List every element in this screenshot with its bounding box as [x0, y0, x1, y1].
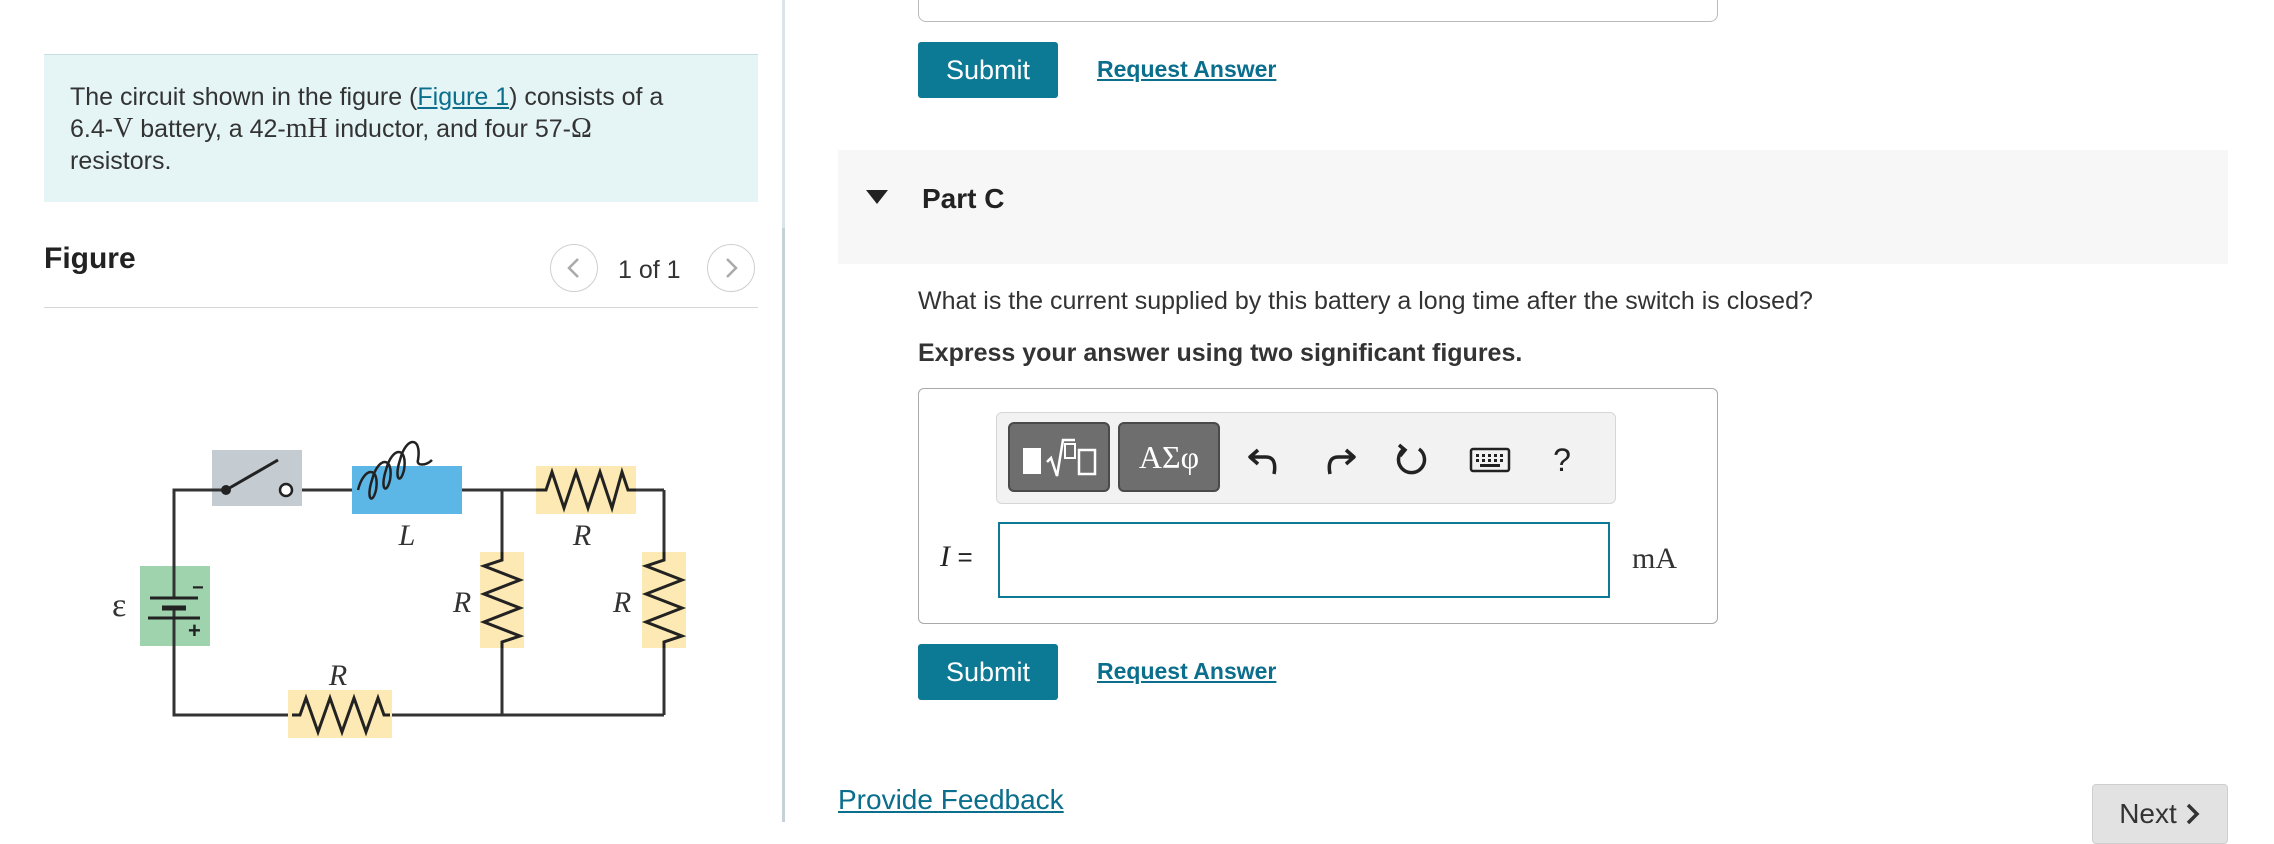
battery-plus: + [188, 618, 201, 643]
templates-button[interactable] [1008, 422, 1110, 492]
part-c-title: Part C [922, 183, 1005, 214]
switch [198, 450, 302, 506]
battery-minus: − [192, 577, 204, 599]
answer-variable-label: I = [940, 540, 973, 574]
help-button[interactable]: ? [1538, 436, 1586, 484]
request-answer-link-part-b[interactable]: Request Answer [1097, 56, 1276, 83]
caret-down-icon[interactable] [864, 188, 890, 206]
review-link-remnant[interactable] [2062, 0, 2192, 6]
instruction-text: Express your answer using two significan… [918, 339, 1523, 367]
problem-statement: The circuit shown in the figure (Figure … [44, 54, 758, 202]
unit-volt: V [113, 113, 134, 144]
submit-button-part-b[interactable]: Submit [918, 42, 1058, 98]
chevron-left-icon [567, 258, 579, 278]
unit-millihenry: mH [285, 113, 328, 144]
inductor [352, 440, 462, 514]
problem-text: 6.4- [70, 115, 114, 143]
figure-1-link[interactable]: Figure 1 [417, 83, 509, 111]
provide-feedback-link[interactable]: Provide Feedback [838, 784, 1064, 816]
redo-icon [1327, 448, 1356, 475]
figure-pager-text: 1 of 1 [618, 256, 681, 284]
resistor-right-label: R [612, 586, 631, 619]
redo-button[interactable] [1316, 436, 1364, 484]
request-answer-link-part-c[interactable]: Request Answer [1097, 658, 1276, 685]
keyboard-icon [1469, 447, 1511, 473]
reset-button[interactable] [1388, 436, 1436, 484]
resistor-bottom-label: R [328, 659, 347, 692]
submit-button-part-c[interactable]: Submit [918, 644, 1058, 700]
circuit-diagram: L R R R R − + ε [112, 440, 687, 738]
resistor-top-label: R [572, 519, 591, 552]
answer-unit: mA [1632, 542, 1677, 575]
problem-text: inductor, and four 57- [327, 115, 571, 143]
question-text: What is the current supplied by this bat… [918, 287, 1813, 315]
chevron-right-icon [726, 258, 738, 278]
undo-icon [1248, 448, 1277, 475]
keyboard-button[interactable] [1462, 436, 1518, 484]
pane-divider-handle[interactable] [782, 228, 785, 822]
previous-figure-button[interactable] [550, 244, 598, 292]
problem-text: ) consists of a [509, 83, 664, 111]
resistor-middle-label: R [452, 586, 471, 619]
next-button-label: Next [2119, 798, 2177, 829]
resistor-middle [479, 552, 525, 648]
emf-label: ε [112, 587, 126, 624]
next-button[interactable]: Next [2092, 784, 2228, 844]
resistor-bottom [288, 690, 392, 738]
problem-text: resistors. [70, 147, 172, 175]
part-c-header[interactable] [838, 150, 2228, 264]
equals-sign: = [957, 542, 973, 572]
variable-symbol: I [940, 540, 950, 573]
answer-input[interactable] [998, 522, 1610, 598]
unit-ohm: Ω [570, 113, 592, 144]
problem-text: The circuit shown in the figure ( [70, 83, 418, 111]
problem-text: battery, a 42- [133, 115, 286, 143]
previous-answer-input[interactable] [918, 0, 1718, 22]
resistor-top [536, 466, 636, 514]
resistor-right [641, 552, 687, 648]
undo-button[interactable] [1240, 436, 1288, 484]
figure-divider [44, 307, 758, 308]
fraction-sqrt-template-icon [1023, 438, 1097, 477]
figure-heading: Figure [44, 242, 136, 275]
next-figure-button[interactable] [707, 244, 755, 292]
greek-symbols-button[interactable]: ΑΣφ [1118, 422, 1220, 492]
inductor-label: L [398, 519, 416, 552]
reset-icon [1396, 443, 1427, 475]
